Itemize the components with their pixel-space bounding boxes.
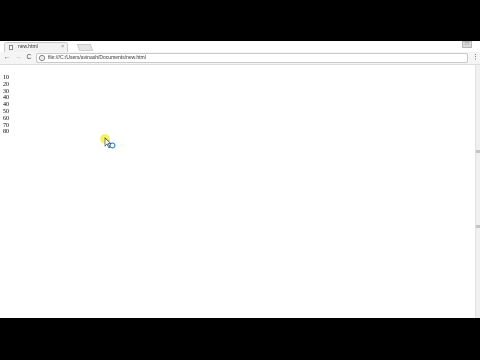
maximize-button[interactable]: □ <box>462 41 472 48</box>
info-icon[interactable]: i <box>39 55 45 61</box>
page-favicon-icon <box>9 45 13 50</box>
address-bar[interactable]: i file:///C:/Users/avinash/Documents/new… <box>36 53 468 63</box>
list-item: 10 <box>3 75 9 81</box>
browser-tab[interactable]: new.html × <box>4 42 68 52</box>
list-item: 20 <box>3 81 9 88</box>
list-item: 40 <box>3 95 9 102</box>
list-item: 50 <box>3 108 9 115</box>
number-list: 10 20 30 40 40 50 60 70 80 <box>3 75 9 136</box>
forward-button[interactable]: → <box>13 53 23 63</box>
list-item: 70 <box>3 122 9 129</box>
tab-close-icon[interactable]: × <box>61 43 64 52</box>
back-button[interactable]: ← <box>2 53 12 63</box>
title-bar: new.html × □ <box>0 41 480 52</box>
list-item: 60 <box>3 115 9 122</box>
screen: new.html × □ ← → C i file:///C:/Users/av… <box>0 0 480 360</box>
list-item: 80 <box>3 129 9 136</box>
reload-button[interactable]: C <box>24 53 34 63</box>
vertical-scrollbar[interactable] <box>475 65 480 318</box>
new-tab-button[interactable] <box>76 44 94 51</box>
scroll-up-arrow-icon[interactable] <box>476 150 480 153</box>
busy-cursor-icon <box>104 137 116 149</box>
list-item: 30 <box>3 88 9 95</box>
page-viewport: 10 20 30 40 40 50 60 70 80 <box>0 65 480 318</box>
list-item: 40 <box>3 102 9 109</box>
scroll-down-arrow-icon[interactable] <box>476 225 480 228</box>
browser-toolbar: ← → C i file:///C:/Users/avinash/Documen… <box>0 52 480 65</box>
browser-window: new.html × □ ← → C i file:///C:/Users/av… <box>0 41 480 318</box>
tab-title: new.html <box>18 44 38 50</box>
address-bar-url[interactable]: file:///C:/Users/avinash/Documents/new.h… <box>48 54 146 62</box>
browser-menu-icon[interactable]: ⋮ <box>472 52 479 64</box>
